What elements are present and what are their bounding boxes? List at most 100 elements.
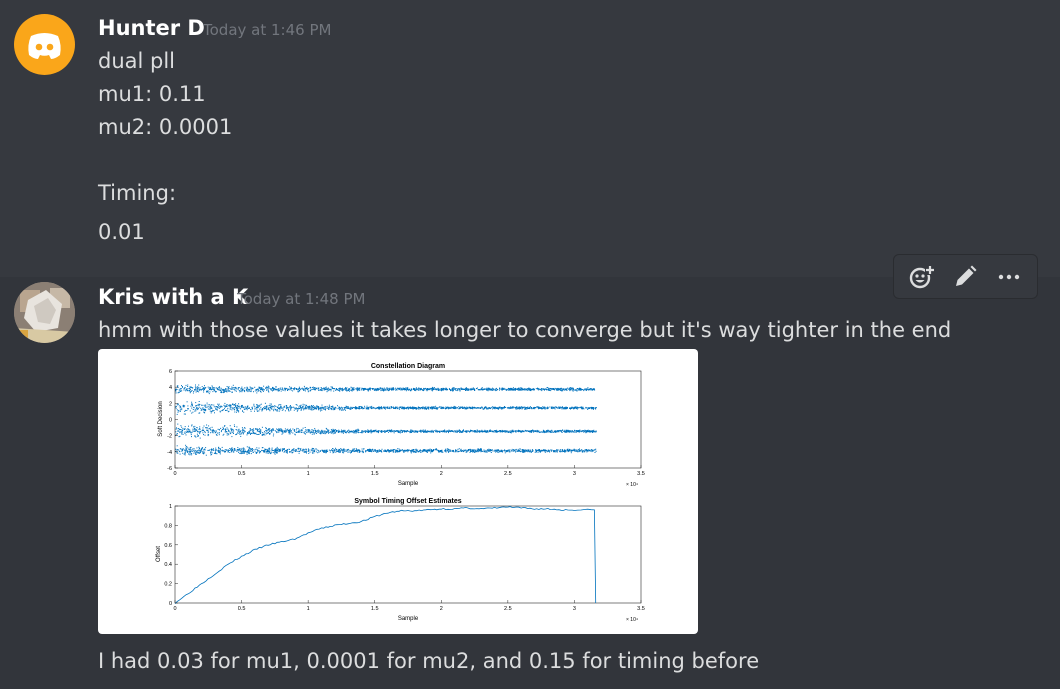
scatter-point xyxy=(516,430,518,432)
scatter-point xyxy=(573,431,575,433)
scatter-point xyxy=(227,451,229,453)
scatter-point xyxy=(184,454,186,456)
scatter-point xyxy=(179,432,181,434)
scatter-point xyxy=(296,410,298,412)
scatter-point xyxy=(271,447,273,449)
scatter-point xyxy=(401,431,403,433)
scatter-point xyxy=(332,431,334,433)
scatter-point xyxy=(569,448,571,450)
scatter-point xyxy=(435,431,437,433)
scatter-point xyxy=(175,431,177,433)
scatter-point xyxy=(385,431,387,432)
scatter-point xyxy=(552,389,554,390)
scatter-point xyxy=(431,389,433,391)
scatter-point xyxy=(184,409,186,411)
avatar[interactable] xyxy=(14,14,75,75)
scatter-point xyxy=(284,387,286,389)
scatter-point xyxy=(573,408,575,410)
scatter-point xyxy=(289,405,291,406)
scatter-point xyxy=(441,389,443,391)
scatter-point xyxy=(550,388,552,389)
scatter-point xyxy=(553,388,555,390)
scatter-point xyxy=(450,407,452,409)
scatter-point xyxy=(557,407,559,409)
scatter-point xyxy=(546,408,548,410)
scatter-point xyxy=(265,407,267,409)
scatter-point xyxy=(268,391,270,393)
scatter-point xyxy=(260,429,262,431)
scatter-point xyxy=(544,406,546,408)
scatter-point xyxy=(349,430,351,432)
scatter-point xyxy=(205,427,207,429)
scatter-point xyxy=(267,429,269,431)
scatter-point xyxy=(266,431,268,433)
scatter-point xyxy=(189,429,191,431)
scatter-point xyxy=(348,390,350,392)
scatter-point xyxy=(459,431,461,432)
scatter-point xyxy=(224,389,226,391)
scatter-point xyxy=(401,388,403,390)
scatter-point xyxy=(515,451,517,453)
scatter-point xyxy=(555,450,557,452)
scatter-point xyxy=(390,431,392,433)
scatter-point xyxy=(593,389,595,391)
scatter-point xyxy=(446,430,448,432)
scatter-point xyxy=(187,390,189,392)
scatter-point xyxy=(324,407,326,409)
scatter-point xyxy=(483,449,485,451)
scatter-point xyxy=(585,430,587,432)
scatter-point xyxy=(565,406,567,408)
scatter-point xyxy=(541,431,543,433)
scatter-point xyxy=(456,449,458,451)
scatter-point xyxy=(501,407,503,409)
scatter-point xyxy=(219,429,220,431)
scatter-point xyxy=(229,407,231,409)
scatter-point xyxy=(211,426,213,428)
scatter-point xyxy=(273,433,275,435)
scatter-point xyxy=(199,451,201,453)
scatter-point xyxy=(223,404,225,406)
scatter-point xyxy=(377,407,379,409)
scatter-point xyxy=(465,408,467,410)
scatter-point xyxy=(502,388,504,390)
scatter-point xyxy=(175,390,177,392)
scatter-point xyxy=(195,402,197,404)
scatter-point xyxy=(502,431,504,433)
scatter-point xyxy=(366,405,368,407)
scatter-point xyxy=(510,430,512,432)
scatter-point xyxy=(423,407,425,409)
scatter-point xyxy=(330,406,332,408)
scatter-point xyxy=(550,431,551,433)
scatter-point xyxy=(343,450,345,452)
scatter-point xyxy=(488,387,490,389)
scatter-point xyxy=(303,409,305,411)
scatter-point xyxy=(256,428,258,430)
image-attachment[interactable]: Constellation Diagram 0 0.5 1 1.5 2 2.5 3 3.5 6… xyxy=(98,349,698,634)
scatter-point xyxy=(376,388,378,390)
scatter-point xyxy=(581,408,583,410)
scatter-point xyxy=(386,406,388,408)
scatter-point xyxy=(198,401,200,402)
scatter-point xyxy=(213,452,215,454)
username[interactable]: Hunter D xyxy=(98,16,205,40)
scatter-point xyxy=(227,390,229,392)
scatter-point xyxy=(175,428,177,430)
scatter-point xyxy=(514,388,516,389)
scatter-point xyxy=(233,408,235,410)
scatter-point xyxy=(268,388,270,389)
scatter-point xyxy=(263,408,265,410)
scatter-point xyxy=(342,407,344,409)
scatter-point xyxy=(290,387,292,389)
scatter-point xyxy=(300,388,302,390)
scatter-point xyxy=(594,407,596,409)
scatter-point xyxy=(238,410,240,412)
scatter-point xyxy=(199,433,201,435)
scatter-point xyxy=(205,406,207,408)
scatter-point xyxy=(311,433,313,435)
avatar[interactable] xyxy=(14,282,75,343)
scatter-point xyxy=(261,387,263,389)
scatter-point xyxy=(185,450,187,451)
username[interactable]: Kris with a K xyxy=(98,285,248,309)
scatter-point xyxy=(339,449,341,450)
scatter-point xyxy=(424,408,426,410)
